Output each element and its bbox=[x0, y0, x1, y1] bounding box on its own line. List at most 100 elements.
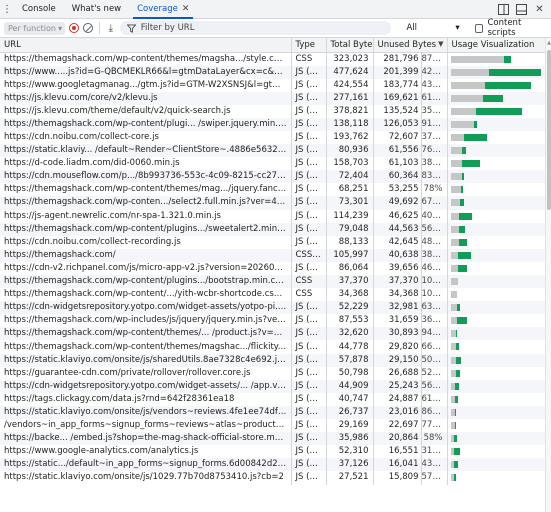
table-row[interactable]: https://themagshack.com/wp-content/theme… bbox=[0, 52, 545, 66]
table-row[interactable]: https://themagshack.com/wp-content/.../y… bbox=[0, 288, 545, 302]
content-scripts-checkbox[interactable] bbox=[474, 23, 484, 33]
column-header-unused-bytes[interactable]: Unused Bytes ▼ bbox=[373, 38, 448, 53]
cell-total-bytes: 424,554 bbox=[326, 78, 374, 92]
scrollbar-thumb[interactable] bbox=[547, 50, 551, 210]
cell-type: JS (pe... bbox=[291, 261, 327, 275]
type-filter-value: All bbox=[406, 23, 417, 33]
export-download-icon[interactable]: ⤓ bbox=[106, 23, 116, 34]
table-row[interactable]: https://cdn-widgetsrepository.yotpo.com/… bbox=[0, 301, 545, 315]
cell-type: JS (pe... bbox=[291, 301, 327, 315]
tab-whats-new[interactable]: What's new bbox=[64, 0, 129, 18]
table-row[interactable]: /vendors~in_app_forms~signup_forms~revie… bbox=[0, 419, 545, 433]
clear-icon[interactable] bbox=[83, 23, 93, 33]
table-row[interactable]: https://js.klevu.com/core/v2/klevu.js JS … bbox=[0, 91, 545, 105]
table-row[interactable]: https://static.klaviy... /default~Render… bbox=[0, 144, 545, 158]
table-row[interactable]: https://themagshack.com/wp-conten.../sel… bbox=[0, 196, 545, 210]
cell-url: https://themagshack.com/wp-content/plugi… bbox=[0, 117, 292, 131]
cell-usage-visualization bbox=[447, 91, 545, 105]
column-header-type[interactable]: Type bbox=[291, 38, 327, 53]
coverage-type-select[interactable]: Per function ▾ bbox=[4, 21, 66, 35]
table-row[interactable]: https://themagshack.com/wp-content/plugi… bbox=[0, 222, 545, 236]
url-filter-input[interactable]: Filter by URL bbox=[119, 21, 392, 35]
column-header-url[interactable]: URL bbox=[0, 38, 292, 53]
column-header-usage-visualization[interactable]: Usage Visualization bbox=[447, 38, 545, 53]
table-row[interactable]: https://cdn.mouseflow.com/p.../8b993736-… bbox=[0, 170, 545, 184]
table-row[interactable]: https://themagshack.com/wp-content/theme… bbox=[0, 340, 545, 354]
cell-unused-percent: 100% bbox=[421, 275, 448, 289]
table-row[interactable]: https://cdn.noibu.com/collect-recording.… bbox=[0, 235, 545, 249]
cell-unused-bytes: 61,103 bbox=[373, 157, 422, 171]
tab-console[interactable]: Console bbox=[14, 0, 64, 18]
more-tabs-icon[interactable]: ⋮ bbox=[0, 0, 14, 18]
cell-url: https://cdn.noibu.com/collect-recording.… bbox=[0, 235, 292, 249]
used-bytes-bar bbox=[462, 147, 466, 155]
unused-bytes-bar bbox=[450, 133, 465, 141]
cell-unused-bytes: 281,796 bbox=[373, 52, 422, 66]
cell-url: https://tags.clickagy.com/data.js?rnd=64… bbox=[0, 392, 292, 406]
cell-total-bytes: 72,404 bbox=[326, 170, 374, 184]
devtools-tabbar: ⋮ Console What's new Coverage ✕ ✕ bbox=[0, 0, 551, 19]
cell-url: https://www.google-analytics.com/analyti… bbox=[0, 445, 292, 459]
close-drawer-icon[interactable]: ✕ bbox=[534, 4, 545, 15]
cell-unused-percent: 58% bbox=[421, 432, 448, 446]
table-row[interactable]: https://www.....js?id=G-QBCMEKLR66&l=gtm… bbox=[0, 65, 545, 79]
cell-type: JS (pe... bbox=[291, 340, 327, 354]
cell-unused-percent: 76.1% bbox=[421, 144, 448, 158]
table-row[interactable]: https://cdn.noibu.com/collect-core.js JS … bbox=[0, 130, 545, 145]
cell-usage-visualization bbox=[447, 170, 545, 184]
table-row[interactable]: https://themagshack.com/wp-content/plugi… bbox=[0, 117, 545, 131]
tab-coverage[interactable]: Coverage ✕ bbox=[129, 0, 197, 19]
close-tab-icon[interactable]: ✕ bbox=[182, 4, 190, 14]
cell-url: https://themagshack.com/wp-content/theme… bbox=[0, 327, 292, 341]
table-row[interactable]: https://themagshack.com/CSS+... 105,997 40… bbox=[0, 248, 545, 262]
cell-total-bytes: 138,118 bbox=[326, 117, 374, 131]
unused-bytes-bar bbox=[450, 212, 460, 220]
table-row[interactable]: https://guarantee-cdn.com/private/rollov… bbox=[0, 366, 545, 380]
table-row[interactable]: https://static.klaviyo.com/onsite/js/102… bbox=[0, 471, 545, 485]
table-row[interactable]: https://cdn-widgetsrepository.yotpo.com/… bbox=[0, 379, 545, 393]
stop-recording-icon[interactable] bbox=[69, 23, 79, 33]
cell-url: https://js.klevu.com/core/v2/klevu.js bbox=[0, 91, 292, 105]
used-bytes-bar bbox=[460, 186, 464, 194]
table-row[interactable]: https://d-code.liadm.com/did-0060.min.js… bbox=[0, 157, 545, 171]
table-row[interactable]: https://js-agent.newrelic.com/nr-spa-1.3… bbox=[0, 209, 545, 223]
table-row[interactable]: https://themagshack.com/wp-content/theme… bbox=[0, 183, 545, 197]
dock-bottom-icon[interactable] bbox=[516, 3, 527, 15]
table-row[interactable]: https://themagshack.com/wp-content/theme… bbox=[0, 327, 545, 341]
scroll-up-icon[interactable]: ▲ bbox=[546, 40, 551, 46]
type-filter-select[interactable]: All ▾ bbox=[403, 22, 462, 35]
content-scripts-toggle[interactable]: Content scripts bbox=[474, 18, 551, 38]
used-bytes-bar bbox=[503, 55, 512, 63]
cell-type: JS (pe... bbox=[291, 314, 327, 328]
table-row[interactable]: https://themagshack.com/wp-content/plugi… bbox=[0, 275, 545, 289]
cell-usage-visualization bbox=[447, 353, 545, 367]
cell-type: JS (pe... bbox=[291, 117, 327, 131]
cell-type: CSS bbox=[291, 275, 327, 289]
cell-url: https://themagshack.com/wp-includes/js/j… bbox=[0, 314, 292, 328]
cell-type: JS (pe... bbox=[291, 366, 327, 380]
unused-bytes-label: Unused Bytes bbox=[377, 39, 437, 50]
table-row[interactable]: https://backe... /embed.js?shop=the-mag-… bbox=[0, 432, 545, 446]
cell-url: https://static.klaviy... /default~Render… bbox=[0, 144, 292, 158]
cell-unused-percent: 63.1% bbox=[421, 301, 448, 315]
table-row[interactable]: https://themagshack.com/wp-includes/js/j… bbox=[0, 314, 545, 328]
table-row[interactable]: https://js.klevu.com/theme/default/v2/qu… bbox=[0, 104, 545, 118]
column-header-total-bytes[interactable]: Total Bytes bbox=[326, 38, 374, 53]
unused-bytes-bar bbox=[450, 147, 463, 155]
used-bytes-bar bbox=[474, 120, 477, 128]
dock-side-icon[interactable] bbox=[498, 3, 509, 15]
cell-unused-bytes: 201,399 bbox=[373, 65, 422, 79]
cell-usage-visualization bbox=[447, 288, 545, 302]
table-row[interactable]: https://static.klaviyo.com/onsite/js/sha… bbox=[0, 353, 545, 367]
cell-total-bytes: 29,169 bbox=[326, 419, 374, 433]
table-row[interactable]: https://www.googletagmanag.../gtm.js?id=… bbox=[0, 78, 545, 92]
table-row[interactable]: https://static.klaviyo.com/onsite/js/ven… bbox=[0, 405, 545, 420]
table-row[interactable]: https://www.google-analytics.com/analyti… bbox=[0, 445, 545, 459]
table-scrollbar[interactable]: ▲ bbox=[545, 38, 551, 512]
cell-usage-visualization bbox=[447, 130, 545, 145]
table-row[interactable]: https://cdn-v2.richpanel.com/js/micro-ap… bbox=[0, 261, 545, 275]
table-row[interactable]: https://tags.clickagy.com/data.js?rnd=64… bbox=[0, 392, 545, 406]
table-row[interactable]: https://static.../default~in_app_forms~s… bbox=[0, 458, 545, 472]
unused-bytes-bar bbox=[450, 186, 461, 194]
cell-total-bytes: 86,064 bbox=[326, 261, 374, 275]
